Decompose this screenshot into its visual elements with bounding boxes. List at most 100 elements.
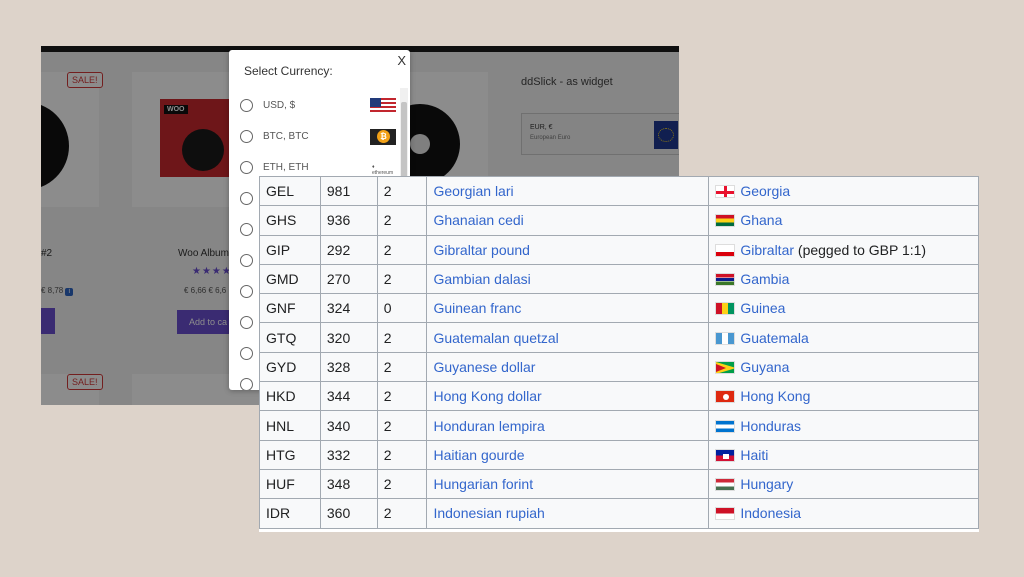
location-link[interactable]: Gibraltar <box>740 242 794 258</box>
currency-code-cell: GHS <box>259 205 321 236</box>
currency-name-cell: Hungarian forint <box>426 468 710 500</box>
close-button[interactable]: X <box>397 53 406 68</box>
radio-button[interactable] <box>240 99 253 112</box>
currency-digits-cell: 2 <box>376 351 428 383</box>
currency-code-cell: HNL <box>259 410 321 441</box>
gh-flag-icon <box>715 214 736 228</box>
table-row: HUF 348 2 Hungarian forint Hungary <box>259 468 979 500</box>
currency-link[interactable]: Georgian lari <box>433 183 513 199</box>
currency-link[interactable]: Hungarian forint <box>433 476 533 492</box>
table-row: HNL 340 2 Honduran lempira Honduras <box>259 410 979 441</box>
currency-name-cell: Guyanese dollar <box>426 351 710 383</box>
location-cell: Guinea <box>708 293 979 324</box>
location-cell: Georgia <box>708 176 979 207</box>
currency-table: GEL 981 2 Georgian lari Georgia GHS 936 2 Ghanai… <box>259 176 979 529</box>
currency-digits-cell: 2 <box>376 439 428 470</box>
gm-flag-icon <box>715 273 736 287</box>
currency-code-cell: GYD <box>259 351 321 383</box>
currency-digits-cell: 2 <box>376 176 428 207</box>
currency-option-label: ETH, ETH <box>263 162 309 173</box>
currency-table-screenshot: GEL 981 2 Georgian lari Georgia GHS 936 2 Ghanai… <box>259 176 979 532</box>
currency-code-cell: GNF <box>259 293 321 324</box>
currency-digits-cell: 2 <box>376 410 428 441</box>
currency-link[interactable]: Hong Kong dollar <box>433 388 541 404</box>
location-cell: Gibraltar (pegged to GBP 1:1) <box>708 234 979 265</box>
currency-number-cell: 360 <box>319 498 378 529</box>
scrollbar-thumb[interactable] <box>401 102 407 182</box>
currency-code-cell: GMD <box>259 263 321 295</box>
currency-option-label: USD, $ <box>263 100 296 111</box>
currency-option[interactable]: BTC, BTC ₿ <box>229 126 397 156</box>
location-cell: Haiti <box>708 439 979 470</box>
currency-digits-cell: 2 <box>376 263 428 295</box>
location-link[interactable]: Hong Kong <box>740 388 810 404</box>
currency-name-cell: Gibraltar pound <box>426 234 710 265</box>
table-row: GNF 324 0 Guinean franc Guinea <box>259 293 979 324</box>
radio-button[interactable] <box>240 254 253 267</box>
bitcoin-icon: ₿ <box>370 129 396 145</box>
currency-digits-cell: 2 <box>376 205 428 236</box>
currency-link[interactable]: Gambian dalasi <box>433 271 530 287</box>
location-link[interactable]: Guinea <box>740 300 785 316</box>
currency-link[interactable]: Guyanese dollar <box>433 359 535 375</box>
location-link[interactable]: Ghana <box>740 212 782 228</box>
currency-link[interactable]: Haitian gourde <box>433 447 524 463</box>
ht-flag-icon <box>715 448 736 462</box>
currency-option[interactable]: USD, $ <box>229 95 397 125</box>
currency-link[interactable]: Indonesian rupiah <box>433 505 544 521</box>
currency-name-cell: Honduran lempira <box>426 410 710 441</box>
currency-digits-cell: 0 <box>376 293 428 324</box>
radio-button[interactable] <box>240 316 253 329</box>
radio-button[interactable] <box>240 347 253 360</box>
currency-number-cell: 270 <box>319 263 378 295</box>
currency-link[interactable]: Guatemalan quetzal <box>433 330 558 346</box>
gi-flag-icon <box>715 243 736 257</box>
location-cell: Honduras <box>708 410 979 441</box>
ge-flag-icon <box>715 185 736 199</box>
radio-button[interactable] <box>240 285 253 298</box>
location-link[interactable]: Indonesia <box>740 505 801 521</box>
radio-button[interactable] <box>240 378 253 390</box>
currency-link[interactable]: Guinean franc <box>433 300 521 316</box>
location-link[interactable]: Haiti <box>740 447 768 463</box>
currency-number-cell: 936 <box>319 205 378 236</box>
location-cell: Gambia <box>708 263 979 295</box>
table-row: IDR 360 2 Indonesian rupiah Indonesia <box>259 498 979 529</box>
table-row: GIP 292 2 Gibraltar pound Gibraltar (pegged … <box>259 234 979 265</box>
currency-name-cell: Guinean franc <box>426 293 710 324</box>
location-link[interactable]: Gambia <box>740 271 789 287</box>
currency-option-label: BTC, BTC <box>263 131 309 142</box>
gn-flag-icon <box>715 302 736 316</box>
gt-flag-icon <box>715 331 736 345</box>
currency-digits-cell: 2 <box>376 381 428 412</box>
gy-flag-icon <box>715 360 736 374</box>
currency-link[interactable]: Honduran lempira <box>433 418 544 434</box>
location-note: (pegged to GBP 1:1) <box>794 241 927 258</box>
currency-digits-cell: 2 <box>376 498 428 529</box>
location-link[interactable]: Honduras <box>740 418 801 434</box>
currency-number-cell: 320 <box>319 322 378 353</box>
location-cell: Guyana <box>708 351 979 383</box>
radio-button[interactable] <box>240 161 253 174</box>
currency-number-cell: 332 <box>319 439 378 470</box>
currency-name-cell: Gambian dalasi <box>426 263 710 295</box>
currency-code-cell: GEL <box>259 176 321 207</box>
location-link[interactable]: Hungary <box>740 476 793 492</box>
currency-link[interactable]: Gibraltar pound <box>433 242 530 258</box>
radio-button[interactable] <box>240 223 253 236</box>
radio-button[interactable] <box>240 130 253 143</box>
currency-number-cell: 340 <box>319 410 378 441</box>
us-flag-icon <box>370 98 396 114</box>
currency-number-cell: 328 <box>319 351 378 383</box>
currency-link[interactable]: Ghanaian cedi <box>433 212 523 228</box>
hk-flag-icon <box>715 390 736 404</box>
location-link[interactable]: Guyana <box>740 359 789 375</box>
id-flag-icon <box>715 507 736 521</box>
currency-code-cell: GTQ <box>259 322 321 353</box>
location-link[interactable]: Georgia <box>740 183 790 199</box>
radio-button[interactable] <box>240 192 253 205</box>
currency-name-cell: Guatemalan quetzal <box>426 322 710 353</box>
currency-code-cell: GIP <box>259 234 321 265</box>
currency-number-cell: 324 <box>319 293 378 324</box>
location-link[interactable]: Guatemala <box>740 330 808 346</box>
